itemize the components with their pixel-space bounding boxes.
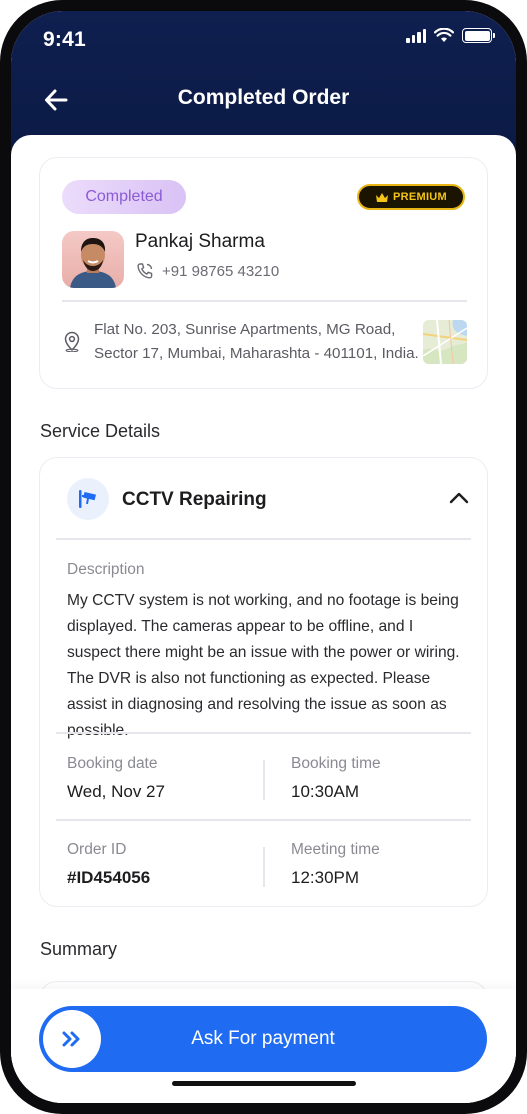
address-line-2: Sector 17, Mumbai, Maharashta - 401101, … bbox=[94, 345, 419, 362]
booking-date-label: Booking date bbox=[67, 755, 158, 772]
service-card: CCTV Repairing Description My CCTV syste… bbox=[39, 457, 488, 907]
summary-title: Summary bbox=[40, 939, 118, 959]
collapse-button[interactable] bbox=[447, 486, 471, 510]
order-id-value: #ID454056 bbox=[67, 868, 151, 887]
customer-card: Completed PREMIUM Pankaj Sharma +91 9876… bbox=[39, 157, 488, 389]
ask-for-payment-button[interactable]: Ask For payment bbox=[39, 1006, 487, 1072]
phone-frame: 9:41 Completed Order Completed PREMIUM P… bbox=[0, 0, 527, 1114]
customer-phone-row[interactable]: +91 98765 43210 bbox=[136, 262, 279, 280]
map-thumbnail[interactable] bbox=[423, 320, 467, 364]
premium-label: PREMIUM bbox=[392, 191, 448, 203]
booking-date-value: Wed, Nov 27 bbox=[67, 782, 165, 801]
description-text: My CCTV system is not working, and no fo… bbox=[67, 592, 460, 739]
home-indicator bbox=[172, 1081, 356, 1086]
status-time: 9:41 bbox=[43, 28, 86, 51]
service-divider-1 bbox=[56, 538, 471, 540]
status-icons bbox=[406, 28, 495, 43]
chevron-up-icon bbox=[449, 492, 469, 504]
slide-knob[interactable] bbox=[43, 1010, 101, 1068]
status-badge: Completed bbox=[62, 180, 186, 214]
content-area[interactable]: Completed PREMIUM Pankaj Sharma +91 9876… bbox=[11, 135, 516, 1103]
page-title: Completed Order bbox=[177, 86, 350, 109]
customer-divider bbox=[62, 300, 467, 302]
double-chevron-right-icon bbox=[62, 1031, 80, 1047]
address-line-1: Flat No. 203, Sunrise Apartments, MG Roa… bbox=[94, 321, 396, 338]
crown-icon bbox=[375, 192, 388, 202]
booking-time-value: 10:30AM bbox=[291, 782, 360, 801]
location-pin-icon bbox=[64, 331, 80, 352]
address-row: Flat No. 203, Sunrise Apartments, MG Roa… bbox=[62, 318, 467, 366]
customer-name: Pankaj Sharma bbox=[135, 231, 265, 252]
map-image bbox=[423, 320, 467, 364]
signal-icon bbox=[406, 28, 426, 43]
service-name: CCTV Repairing bbox=[122, 489, 267, 510]
customer-phone: +91 98765 43210 bbox=[162, 262, 280, 280]
cctv-camera-icon bbox=[79, 490, 96, 508]
pay-button-label: Ask For payment bbox=[191, 1028, 335, 1049]
meeting-time-label: Meeting time bbox=[291, 841, 380, 858]
avatar-photo bbox=[70, 238, 116, 288]
meeting-time-value: 12:30PM bbox=[291, 868, 360, 887]
phone-icon bbox=[137, 263, 153, 279]
avatar bbox=[62, 231, 124, 288]
booking-separator bbox=[263, 760, 265, 800]
description-label: Description bbox=[67, 561, 145, 578]
address-text: Flat No. 203, Sunrise Apartments, MG Roa… bbox=[94, 318, 424, 366]
battery-icon bbox=[462, 28, 495, 43]
booking-time-label: Booking time bbox=[291, 755, 381, 772]
premium-badge: PREMIUM bbox=[357, 184, 465, 210]
order-separator bbox=[263, 847, 265, 887]
service-divider-3 bbox=[56, 819, 471, 821]
service-details-title: Service Details bbox=[40, 421, 161, 441]
order-id-label: Order ID bbox=[67, 841, 127, 858]
screen: 9:41 Completed Order Completed PREMIUM P… bbox=[11, 11, 516, 1103]
service-divider-2 bbox=[56, 732, 471, 734]
service-icon-wrap bbox=[67, 478, 109, 520]
wifi-icon bbox=[434, 28, 454, 42]
